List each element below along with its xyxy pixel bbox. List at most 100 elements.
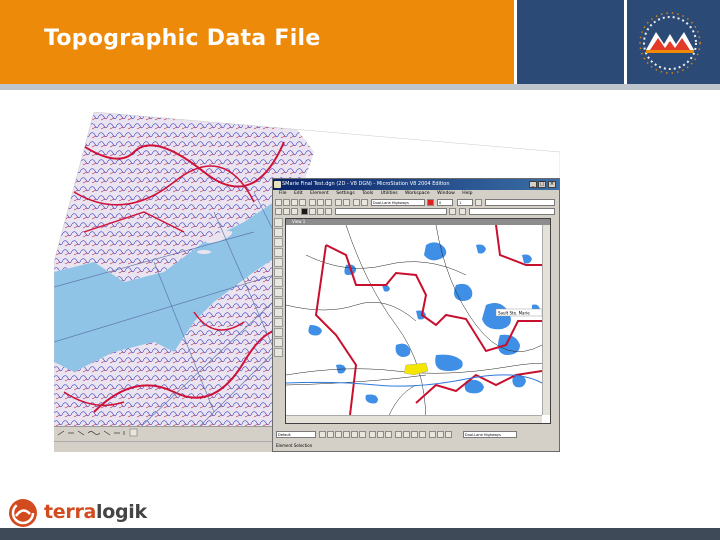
print-icon[interactable] (299, 199, 306, 206)
redo-icon[interactable] (343, 199, 350, 206)
attribute-icon[interactable] (275, 208, 282, 215)
brand-prefix: terra (44, 501, 97, 523)
left-window-toolbar (54, 426, 272, 452)
map-place-label: Sault Ste. Marie (498, 311, 530, 316)
view-group-combo[interactable]: Default (276, 431, 316, 438)
vertical-scrollbar[interactable] (542, 225, 550, 415)
cell-tool-icon[interactable] (274, 288, 283, 297)
view-6-button[interactable] (359, 431, 366, 438)
bottom-toolbar: Default Dual-Lane Highways Element Selec… (273, 429, 559, 451)
cut-icon[interactable] (309, 199, 316, 206)
zoom-in-icon[interactable] (369, 431, 376, 438)
pan-icon[interactable] (395, 431, 402, 438)
terralogik-swirl-icon (9, 499, 37, 527)
aux-field[interactable] (469, 208, 555, 215)
shape-tool-icon[interactable] (274, 268, 283, 277)
style-combo[interactable]: 1 (457, 199, 473, 206)
info-icon[interactable] (301, 208, 308, 215)
paste-icon[interactable] (325, 199, 332, 206)
menu-utilities[interactable]: Utilities (381, 191, 398, 196)
arc-tool-icon[interactable] (274, 248, 283, 257)
fence-icon[interactable] (309, 208, 316, 215)
weight-combo[interactable]: 0 (437, 199, 453, 206)
maximize-button[interactable]: □ (538, 181, 546, 188)
measure-icon[interactable] (317, 208, 324, 215)
main-tool-palette (274, 218, 284, 424)
menu-window[interactable]: Window (437, 191, 455, 196)
line-style-combo[interactable] (485, 199, 555, 206)
line-style-icon[interactable] (475, 199, 482, 206)
slide-title: Topographic Data File (44, 26, 321, 51)
bottom-level-combo[interactable]: Dual-Lane Highways (463, 431, 517, 438)
menu-tools[interactable]: Tools (362, 191, 373, 196)
keyin-arrow-icon[interactable] (459, 208, 466, 215)
key-in-field[interactable] (335, 208, 447, 215)
app-icon (274, 181, 281, 188)
update-view-icon[interactable] (419, 431, 426, 438)
line-icon[interactable] (429, 431, 436, 438)
header-divider (514, 0, 517, 84)
copy-icon[interactable] (317, 199, 324, 206)
level-combo[interactable]: Dual-Lane Highways (371, 199, 425, 206)
map-screenshot-composite: SMarie Final Test.dgn (2D - V8 DGN) - Mi… (54, 112, 560, 452)
view-2-button[interactable] (327, 431, 334, 438)
zoom-out-icon[interactable] (377, 431, 384, 438)
text-tool-icon[interactable] (274, 278, 283, 287)
terralogik-logo: terralogik (8, 496, 178, 532)
save-icon[interactable] (291, 199, 298, 206)
menu-help[interactable]: Help (462, 191, 472, 196)
circle-tool-icon[interactable] (274, 258, 283, 267)
menu-settings[interactable]: Settings (336, 191, 354, 196)
horizontal-scrollbar[interactable] (286, 415, 542, 423)
measure-tool-icon[interactable] (274, 338, 283, 347)
view-3-button[interactable] (335, 431, 342, 438)
text-icon[interactable] (325, 208, 332, 215)
microstation-window[interactable]: SMarie Final Test.dgn (2D - V8 DGN) - Mi… (272, 178, 560, 452)
open-file-icon[interactable] (283, 199, 290, 206)
dimension-tool-icon[interactable] (274, 348, 283, 357)
curve-icon[interactable] (437, 431, 444, 438)
vector-map-view[interactable]: Sault Ste. Marie (286, 225, 542, 423)
view-5-button[interactable] (351, 431, 358, 438)
delete-tool-icon[interactable] (274, 328, 283, 337)
brand-suffix: logik (96, 501, 147, 523)
snap-toggle-icon[interactable] (445, 431, 452, 438)
color-swatch-icon[interactable] (427, 199, 434, 206)
view-4-button[interactable] (343, 431, 350, 438)
primary-toolbar: Dual-Lane Highways 0 1 (275, 199, 557, 208)
move-tool-icon[interactable] (274, 298, 283, 307)
status-bar-message: Element Selection (276, 443, 313, 448)
globe-icon[interactable] (361, 199, 368, 206)
minimize-button[interactable]: _ (529, 181, 537, 188)
copy-tool-icon[interactable] (274, 308, 283, 317)
secondary-toolbar (275, 208, 557, 217)
view-1-window[interactable]: View 1 Sault Ste. Marie (285, 218, 551, 424)
brand-wordmark: terralogik (44, 501, 147, 523)
window-title: SMarie Final Test.dgn (2D - V8 DGN) - Mi… (282, 181, 450, 187)
header-divider (624, 0, 627, 84)
modify-tool-icon[interactable] (274, 318, 283, 327)
select-tool-icon[interactable] (274, 218, 283, 227)
window-area-icon[interactable] (411, 431, 418, 438)
rotate-icon[interactable] (403, 431, 410, 438)
help-icon[interactable] (353, 199, 360, 206)
close-button[interactable]: × (548, 181, 556, 188)
line-tool-icon[interactable] (274, 228, 283, 237)
new-file-icon[interactable] (275, 199, 282, 206)
slide-header: Topographic Data File (0, 0, 720, 84)
polyline-tool-icon[interactable] (274, 238, 283, 247)
menu-bar: File Edit Element Settings Tools Utiliti… (273, 190, 559, 198)
corporate-logo-icon (632, 10, 708, 76)
menu-workspace[interactable]: Workspace (405, 191, 430, 196)
accudraw-icon[interactable] (291, 208, 298, 215)
menu-edit[interactable]: Edit (294, 191, 303, 196)
undo-icon[interactable] (335, 199, 342, 206)
snap-icon[interactable] (283, 208, 290, 215)
menu-element[interactable]: Element (310, 191, 329, 196)
view-1-button[interactable] (319, 431, 326, 438)
fit-view-icon[interactable] (385, 431, 392, 438)
footer-bar (0, 528, 720, 540)
key-in-icon[interactable] (449, 208, 456, 215)
window-titlebar[interactable]: SMarie Final Test.dgn (2D - V8 DGN) - Mi… (273, 179, 559, 190)
menu-file[interactable]: File (279, 191, 287, 196)
